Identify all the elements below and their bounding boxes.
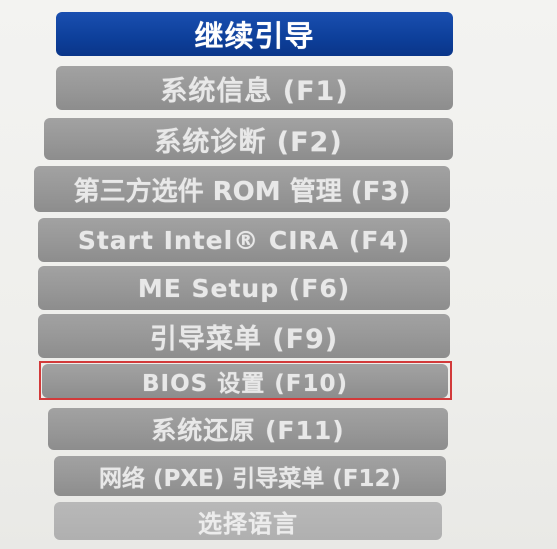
menu-item-label: 引导菜单 (F9) [149, 323, 339, 355]
menu-item-label: 第三方选件 ROM 管理 (F3) [73, 176, 411, 207]
menu-item-label: 系统信息 (F1) [160, 75, 349, 107]
menu-item-label: 系统诊断 (F2) [154, 126, 343, 158]
menu-item-me-setup[interactable]: ME Setup (F6) [38, 266, 450, 310]
menu-item-label: 系统还原 (F11) [151, 416, 345, 445]
menu-item-continue-boot[interactable]: 继续引导 [56, 12, 453, 56]
menu-item-network-pxe-boot[interactable]: 网络 (PXE) 引导菜单 (F12) [54, 456, 446, 496]
bios-boot-menu-screen: 继续引导 系统信息 (F1) 系统诊断 (F2) 第三方选件 ROM 管理 (F… [0, 0, 557, 549]
menu-item-label: 继续引导 [194, 19, 315, 53]
menu-item-system-diagnostics[interactable]: 系统诊断 (F2) [44, 118, 453, 160]
menu-item-label: ME Setup (F6) [137, 273, 351, 303]
menu-item-label: BIOS 设置 (F10) [142, 371, 348, 397]
menu-item-system-info[interactable]: 系统信息 (F1) [56, 66, 453, 110]
menu-item-label: 选择语言 [198, 509, 298, 538]
menu-item-bios-setup[interactable]: BIOS 设置 (F10) [42, 364, 448, 398]
menu-item-label: 网络 (PXE) 引导菜单 (F12) [98, 466, 402, 492]
menu-item-select-language[interactable]: 选择语言 [54, 502, 442, 540]
menu-item-label: Start Intel® CIRA (F4) [77, 225, 411, 255]
menu-item-system-recovery[interactable]: 系统还原 (F11) [48, 408, 448, 450]
menu-item-start-intel-cira[interactable]: Start Intel® CIRA (F4) [38, 218, 450, 262]
menu-item-boot-menu[interactable]: 引导菜单 (F9) [38, 314, 450, 358]
menu-item-third-party-option-rom[interactable]: 第三方选件 ROM 管理 (F3) [34, 166, 450, 212]
